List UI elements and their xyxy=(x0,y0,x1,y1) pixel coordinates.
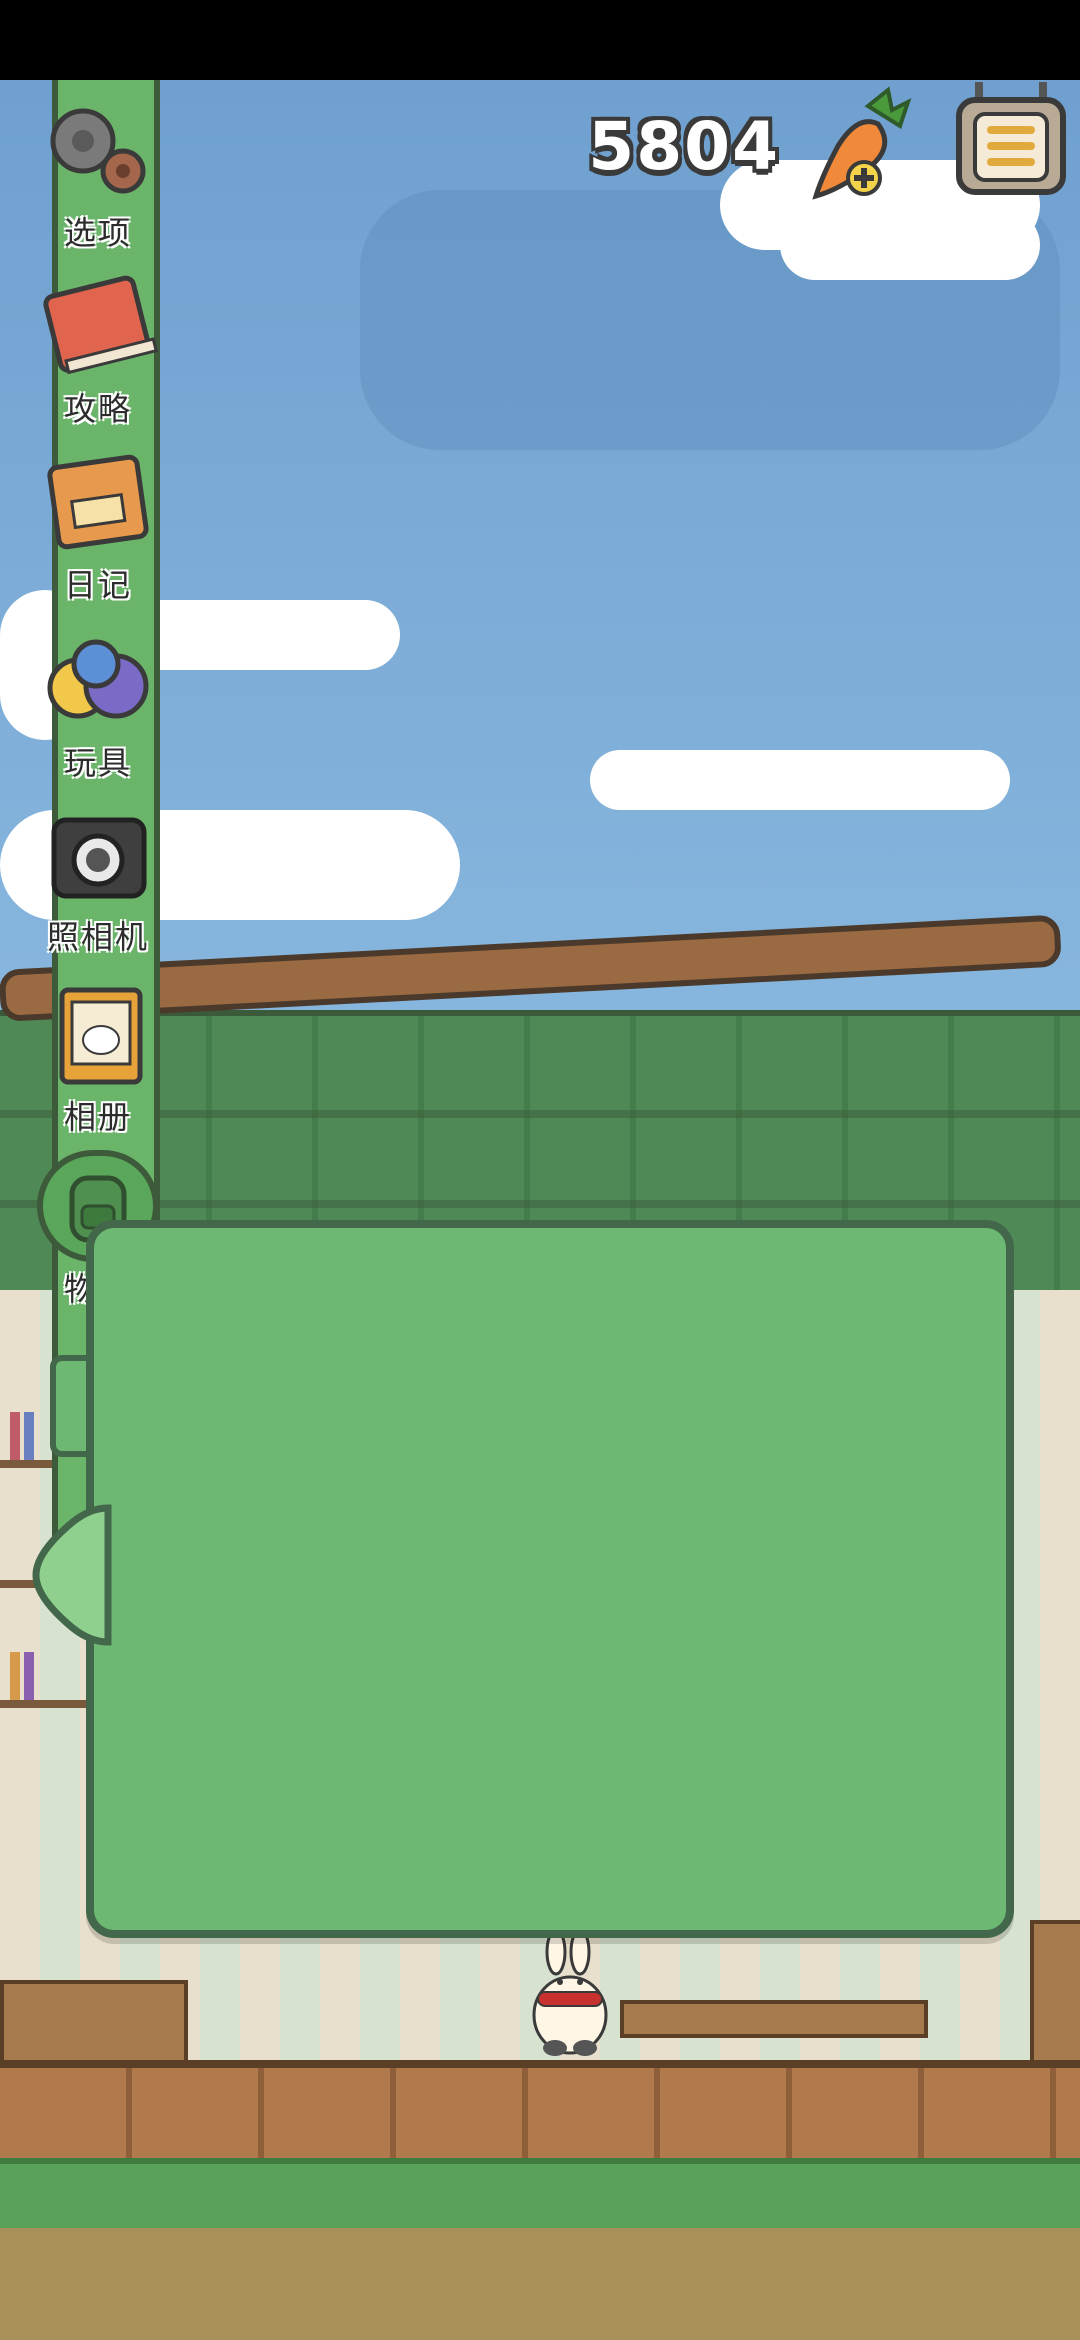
right-table xyxy=(620,2000,928,2038)
items-panel xyxy=(86,1220,1014,1938)
carrot-count: 5804 xyxy=(588,108,780,185)
photo-album-icon xyxy=(38,980,158,1090)
menu-item-album[interactable]: 相册 xyxy=(28,980,168,1140)
grass xyxy=(0,2158,1080,2234)
status-bar xyxy=(0,0,1080,80)
far-right-cabinet xyxy=(1030,1920,1080,2068)
main-menu-button[interactable] xyxy=(955,82,1067,197)
gears-icon xyxy=(38,96,158,206)
book xyxy=(24,1652,34,1700)
diary-book-icon xyxy=(38,448,158,558)
menu-board-icon xyxy=(956,82,1066,195)
add-carrots-button[interactable] xyxy=(808,86,918,206)
menu-label-options: 选项 xyxy=(63,214,132,252)
menu-label-album: 相册 xyxy=(63,1098,132,1136)
menu-item-diary[interactable]: 日记 xyxy=(28,448,168,608)
bunny-character[interactable] xyxy=(520,1930,620,2060)
collapse-panel-button[interactable] xyxy=(28,1500,118,1650)
menu-item-options[interactable]: 选项 xyxy=(28,96,168,256)
camera-icon xyxy=(38,800,158,910)
book xyxy=(10,1652,20,1700)
guide-book-icon xyxy=(38,272,158,382)
menu-item-toys[interactable]: 玩具 xyxy=(28,626,168,786)
carrot-plus-icon xyxy=(812,86,912,200)
left-arrow-icon xyxy=(32,1504,112,1646)
toy-balls-icon xyxy=(38,626,158,736)
menu-item-guide[interactable]: 攻略 xyxy=(28,272,168,432)
cloud xyxy=(780,210,1040,280)
dirt xyxy=(0,2228,1080,2340)
book xyxy=(24,1412,34,1460)
floor xyxy=(0,2060,1080,2166)
left-desk xyxy=(0,1980,188,2068)
menu-item-camera[interactable]: 照相机 xyxy=(28,800,168,960)
menu-label-diary: 日记 xyxy=(63,566,132,604)
bookshelf xyxy=(0,1700,90,1708)
menu-label-guide: 攻略 xyxy=(63,390,132,428)
menu-label-camera: 照相机 xyxy=(46,918,149,956)
cloud xyxy=(590,750,1010,810)
book xyxy=(10,1412,20,1460)
menu-label-toys: 玩具 xyxy=(63,744,132,782)
